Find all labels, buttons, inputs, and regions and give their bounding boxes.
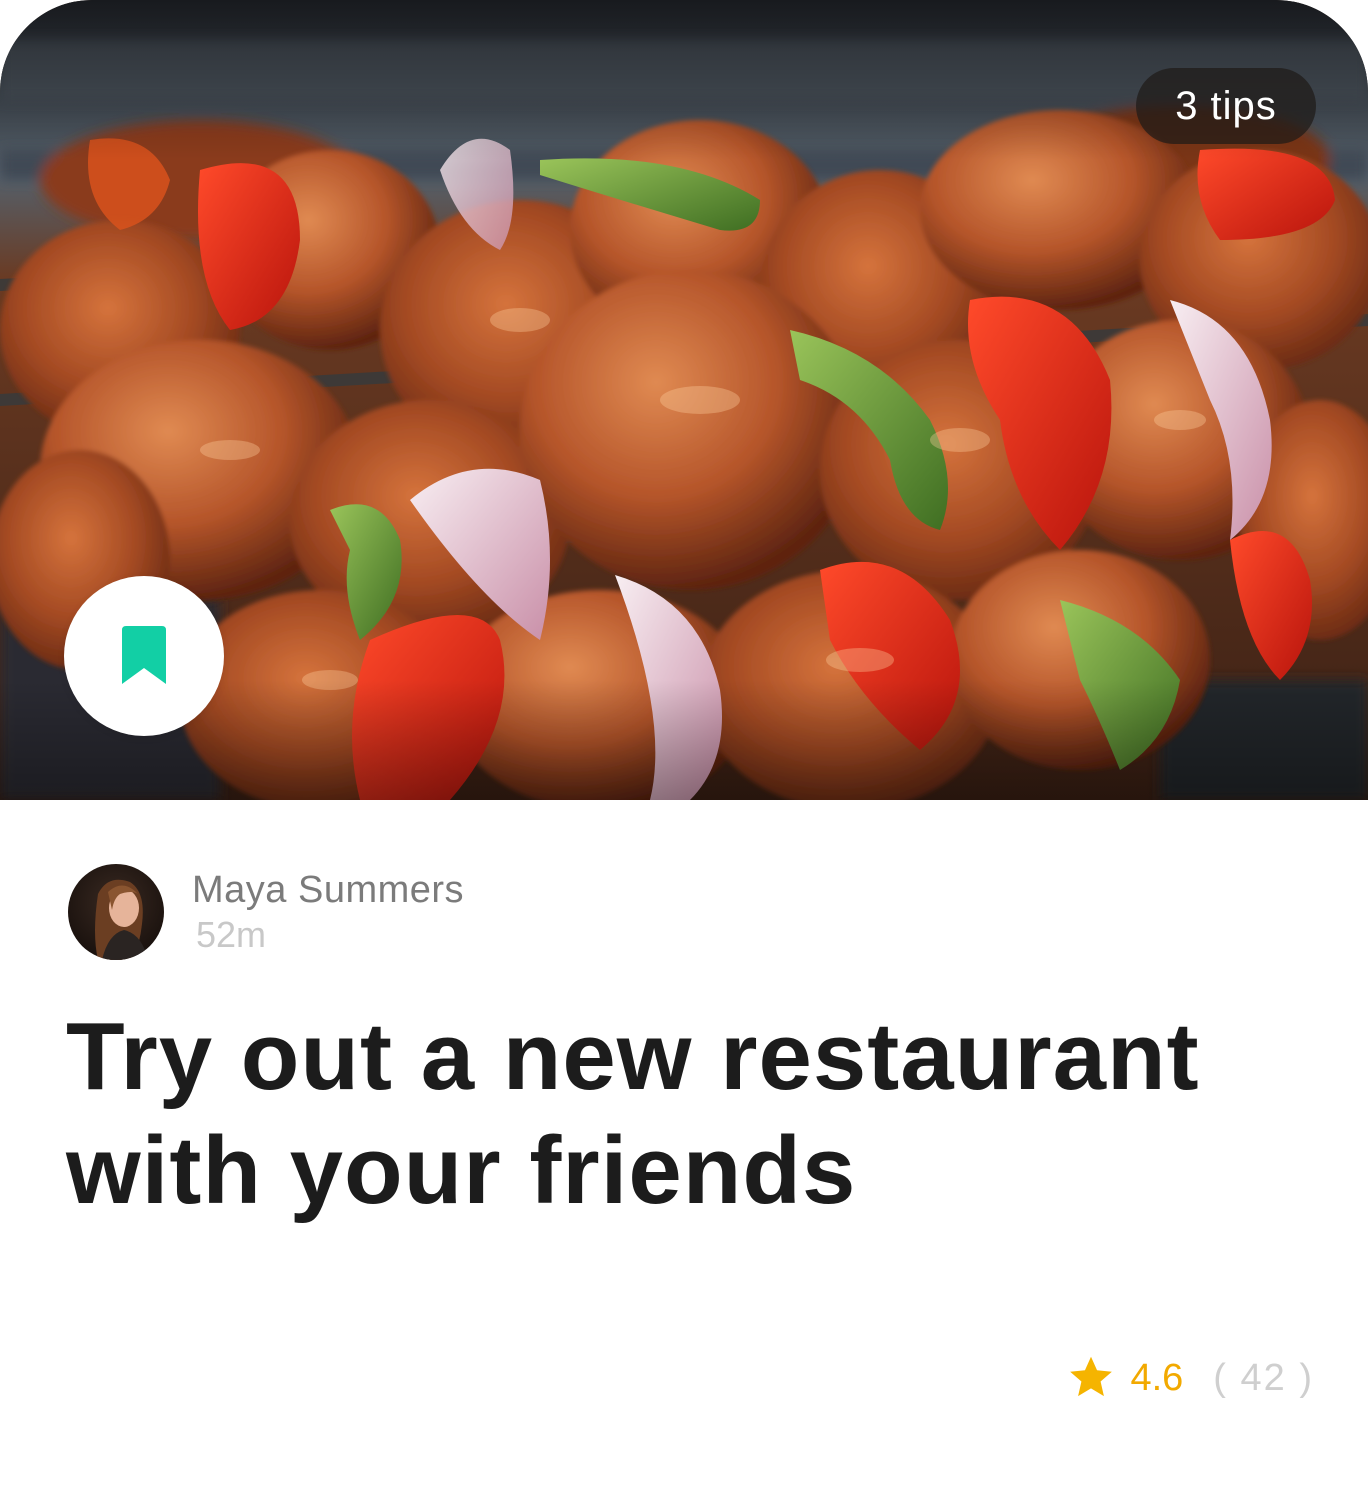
hero-image[interactable]: 3 tips [0,0,1368,800]
post-time: 52m [196,914,267,955]
bookmark-button[interactable] [64,576,224,736]
avatar[interactable] [68,864,164,960]
tip-card[interactable]: 3 tips Maya Summers 52m Try out a new re… [0,0,1368,1496]
rating: 4.6 ( 42 ) [1066,1350,1314,1406]
star-icon [1070,1356,1113,1397]
tips-count-badge: 3 tips [1136,68,1316,144]
author-name[interactable]: Maya Summers [192,867,464,913]
avatar-photo [68,864,164,960]
rating-count: ( 42 ) [1213,1356,1314,1399]
bookmark-icon [122,626,166,684]
rating-value: 4.6 [1130,1356,1184,1399]
tips-count-label: 3 tips [1175,83,1277,128]
card-title[interactable]: Try out a new restaurant with your frien… [66,1000,1306,1228]
author-row[interactable]: Maya Summers 52m [68,864,464,960]
author-meta: Maya Summers 52m [192,867,464,957]
